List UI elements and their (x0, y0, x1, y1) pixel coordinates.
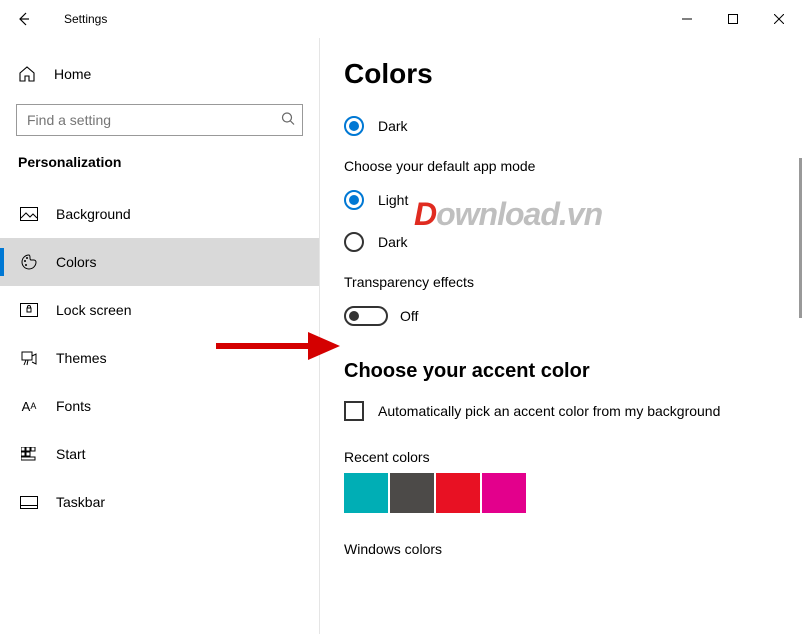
title-bar: Settings (0, 0, 802, 38)
sidebar-item-lock-screen[interactable]: Lock screen (0, 286, 319, 334)
sidebar-item-label: Start (56, 446, 86, 462)
sidebar-item-taskbar[interactable]: Taskbar (0, 478, 319, 526)
color-swatch[interactable] (482, 473, 526, 513)
recent-colors-label: Recent colors (344, 449, 802, 465)
radio-label: Dark (378, 118, 408, 134)
maximize-button[interactable] (710, 0, 756, 38)
main-panel: Colors Light Dark Choose your default ap… (320, 38, 802, 634)
search-input[interactable] (16, 104, 303, 136)
sidebar-item-background[interactable]: Background (0, 190, 319, 238)
sidebar-item-fonts[interactable]: AA Fonts (0, 382, 319, 430)
close-button[interactable] (756, 0, 802, 38)
recent-colors-row (344, 473, 802, 513)
app-mode-dark-radio[interactable]: Dark (344, 232, 802, 252)
home-button[interactable]: Home (0, 54, 319, 94)
transparency-toggle[interactable] (344, 306, 388, 326)
color-swatch[interactable] (390, 473, 434, 513)
accent-heading: Choose your accent color (344, 360, 802, 383)
transparency-label: Transparency effects (344, 274, 802, 290)
radio-checked-icon (344, 190, 364, 210)
picture-icon (20, 205, 38, 223)
taskbar-icon (20, 493, 38, 511)
themes-icon (20, 349, 38, 367)
minimize-icon (682, 14, 692, 24)
sidebar-item-label: Lock screen (56, 302, 131, 318)
sidebar-item-label: Colors (56, 254, 96, 270)
start-icon (20, 445, 38, 463)
home-icon (18, 65, 36, 83)
sidebar-item-label: Fonts (56, 398, 91, 414)
windows-colors-label: Windows colors (344, 541, 802, 557)
sidebar-item-label: Taskbar (56, 494, 105, 510)
checkbox-label: Automatically pick an accent color from … (378, 403, 720, 419)
radio-label: Dark (378, 234, 408, 250)
radio-label: Light (378, 192, 408, 208)
sidebar: Home Personalization Background Colors (0, 38, 320, 634)
window-controls (664, 0, 802, 38)
windows-mode-dark-radio[interactable]: Dark (344, 116, 802, 136)
category-header: Personalization (0, 154, 319, 190)
sidebar-item-start[interactable]: Start (0, 430, 319, 478)
back-button[interactable] (0, 0, 48, 38)
sidebar-item-themes[interactable]: Themes (0, 334, 319, 382)
auto-accent-checkbox[interactable]: Automatically pick an accent color from … (344, 401, 802, 421)
checkbox-unchecked-icon (344, 401, 364, 421)
color-swatch[interactable] (436, 473, 480, 513)
close-icon (774, 14, 784, 24)
home-label: Home (54, 66, 91, 82)
lock-screen-icon (20, 301, 38, 319)
app-mode-light-radio[interactable]: Light (344, 190, 802, 210)
page-title: Colors (344, 58, 802, 90)
radio-unchecked-icon (344, 232, 364, 252)
color-swatch[interactable] (344, 473, 388, 513)
toggle-state: Off (400, 308, 418, 324)
sidebar-item-colors[interactable]: Colors (0, 238, 319, 286)
arrow-left-icon (16, 11, 32, 27)
app-mode-label: Choose your default app mode (344, 158, 802, 174)
sidebar-item-label: Themes (56, 350, 107, 366)
maximize-icon (728, 14, 738, 24)
palette-icon (20, 253, 38, 271)
search-icon[interactable] (281, 112, 295, 129)
fonts-icon: AA (20, 397, 38, 415)
radio-checked-icon (344, 116, 364, 136)
minimize-button[interactable] (664, 0, 710, 38)
window-title: Settings (64, 12, 107, 26)
sidebar-item-label: Background (56, 206, 131, 222)
